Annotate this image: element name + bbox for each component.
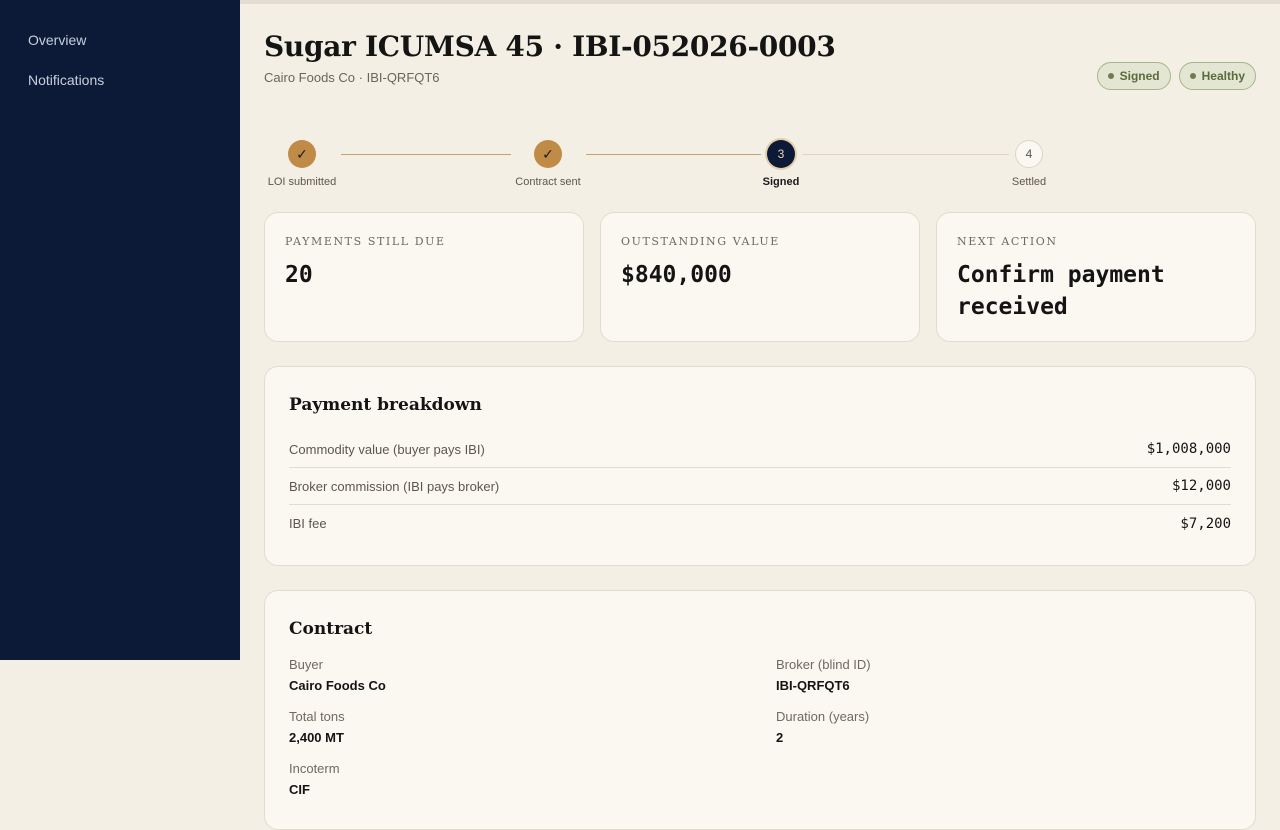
step-connector bbox=[341, 154, 511, 155]
stat-label: OUTSTANDING VALUE bbox=[621, 235, 780, 248]
contract-field-buyer: Buyer Cairo Foods Co bbox=[289, 657, 689, 693]
sidebar-item-overview[interactable]: Overview bbox=[0, 30, 240, 70]
contract-field-total-tons: Total tons 2,400 MT bbox=[289, 709, 689, 745]
step-connector bbox=[586, 154, 761, 155]
stat-label: PAYMENTS STILL DUE bbox=[285, 235, 446, 248]
field-label: Total tons bbox=[289, 709, 345, 724]
step-check-icon: ✓ bbox=[288, 140, 316, 168]
progress-stepper: ✓ LOI submitted ✓ Contract sent 3 Signed… bbox=[264, 136, 1064, 192]
breakdown-label: IBI fee bbox=[289, 516, 327, 531]
contract-field-broker: Broker (blind ID) IBI-QRFQT6 bbox=[776, 657, 1176, 693]
step-contract-sent: ✓ Contract sent bbox=[503, 136, 593, 188]
page-subtitle: Cairo Foods Co · IBI-QRFQT6 bbox=[264, 70, 440, 85]
badge-label: Healthy bbox=[1201, 69, 1245, 83]
contract-field-incoterm: Incoterm CIF bbox=[289, 761, 689, 797]
page-title: Sugar ICUMSA 45 · IBI-052026-0003 bbox=[264, 30, 836, 63]
sidebar-item-notifications[interactable]: Notifications bbox=[0, 70, 240, 110]
breakdown-row: Commodity value (buyer pays IBI) $1,008,… bbox=[289, 431, 1231, 468]
step-label: Settled bbox=[1011, 176, 1047, 188]
field-label: Broker (blind ID) bbox=[776, 657, 871, 672]
payment-breakdown-card: Payment breakdown Commodity value (buyer… bbox=[264, 366, 1256, 566]
field-label: Incoterm bbox=[289, 761, 340, 776]
step-settled: 4 Settled bbox=[984, 136, 1074, 188]
status-badge-healthy: Healthy bbox=[1178, 62, 1256, 90]
step-number: 3 bbox=[767, 140, 795, 168]
section-title: Payment breakdown bbox=[289, 395, 482, 415]
stat-value: 20 bbox=[285, 262, 313, 288]
field-value: Cairo Foods Co bbox=[289, 678, 386, 693]
status-badges: Signed Healthy bbox=[1096, 62, 1256, 90]
contract-card: Contract Buyer Cairo Foods Co Broker (bl… bbox=[264, 590, 1256, 830]
stat-label: NEXT ACTION bbox=[957, 235, 1058, 248]
stat-card-payments-due: PAYMENTS STILL DUE 20 bbox=[264, 212, 584, 342]
status-dot-icon bbox=[1107, 73, 1114, 79]
stat-card-outstanding-value: OUTSTANDING VALUE $840,000 bbox=[600, 212, 920, 342]
field-label: Duration (years) bbox=[776, 709, 870, 724]
stat-value: Confirm payment received bbox=[957, 262, 1165, 320]
step-loi-submitted: ✓ LOI submitted bbox=[257, 136, 347, 188]
breakdown-label: Commodity value (buyer pays IBI) bbox=[289, 441, 485, 457]
field-label: Buyer bbox=[289, 657, 323, 672]
breakdown-value: $1,008,000 bbox=[1146, 441, 1231, 457]
field-value: 2 bbox=[776, 730, 784, 745]
badge-label: Signed bbox=[1119, 69, 1160, 83]
sidebar: Overview Notifications bbox=[0, 0, 240, 660]
step-signed: 3 Signed bbox=[736, 136, 826, 188]
stat-value: $840,000 bbox=[621, 262, 732, 288]
step-check-icon: ✓ bbox=[534, 140, 562, 168]
field-value: IBI-QRFQT6 bbox=[776, 678, 850, 693]
breakdown-label: Broker commission (IBI pays broker) bbox=[289, 478, 500, 494]
status-badge-signed: Signed bbox=[1096, 62, 1171, 90]
step-connector bbox=[802, 154, 1009, 155]
field-value: CIF bbox=[289, 782, 310, 797]
breakdown-row: Broker commission (IBI pays broker) $12,… bbox=[289, 468, 1231, 505]
step-label: Contract sent bbox=[515, 176, 581, 188]
breakdown-value: $12,000 bbox=[1171, 478, 1231, 494]
status-dot-icon bbox=[1189, 73, 1196, 79]
breakdown-row: IBI fee $7,200 bbox=[289, 505, 1231, 542]
field-value: 2,400 MT bbox=[289, 730, 344, 745]
step-label: Signed bbox=[762, 176, 800, 188]
contract-field-duration: Duration (years) 2 bbox=[776, 709, 1176, 745]
step-label: LOI submitted bbox=[267, 176, 337, 188]
stat-card-next-action: NEXT ACTION Confirm payment received bbox=[936, 212, 1256, 342]
section-title: Contract bbox=[289, 619, 373, 639]
step-number: 4 bbox=[1015, 140, 1043, 168]
main-content: Sugar ICUMSA 45 · IBI-052026-0003 Cairo … bbox=[240, 0, 1280, 830]
breakdown-value: $7,200 bbox=[1180, 515, 1231, 532]
